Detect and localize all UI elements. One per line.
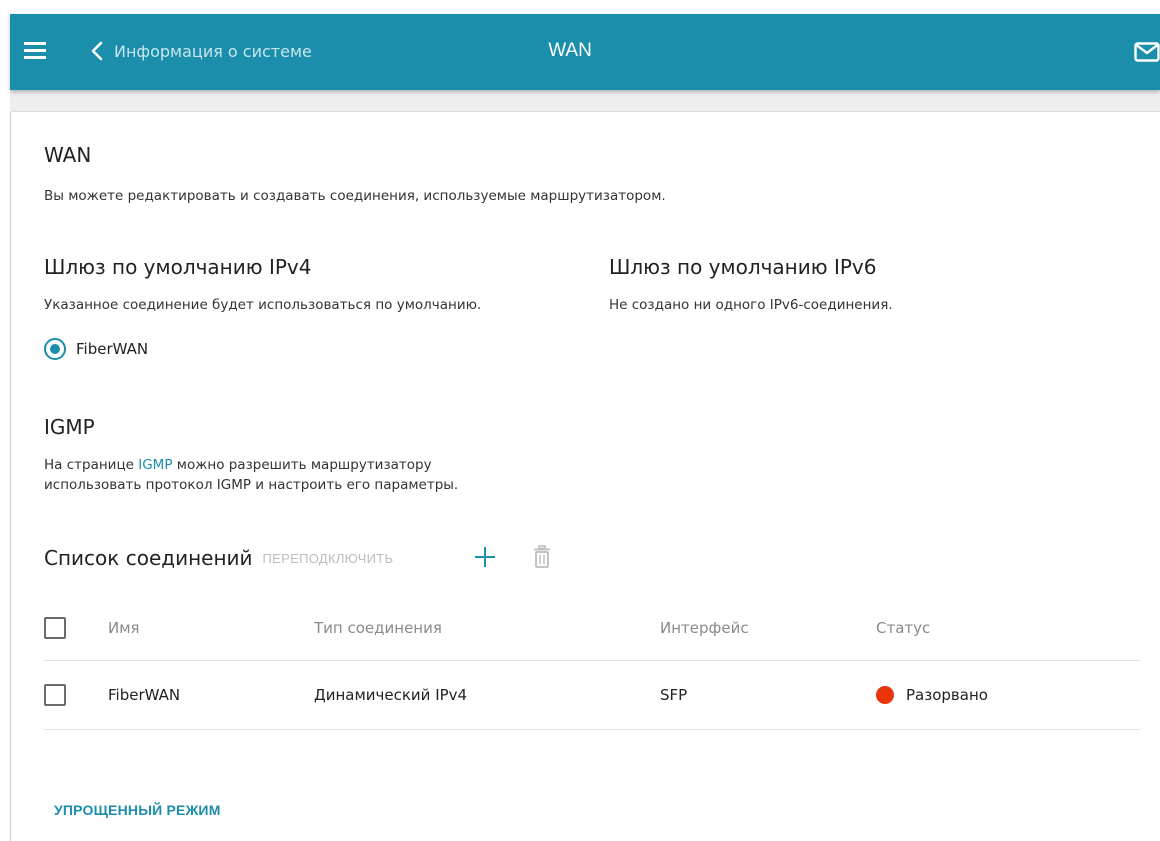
connections-title: Список соединений bbox=[44, 546, 253, 570]
ipv4-gateway-radio-fiberwan[interactable]: FiberWAN bbox=[44, 338, 148, 360]
sidebar-divider bbox=[10, 112, 11, 841]
connection-type: Динамический IPv4 bbox=[314, 686, 468, 704]
row-select-cell bbox=[44, 661, 66, 729]
ipv6-gateway-text: Не создано ни одного IPv6-соединения. bbox=[609, 297, 893, 313]
trash-icon[interactable] bbox=[532, 544, 552, 570]
column-header-status[interactable]: Статус bbox=[876, 596, 930, 660]
table-header-row: Имя Тип соединения Интерфейс Статус bbox=[44, 596, 1140, 660]
top-app-bar: Информация о системе WAN bbox=[10, 14, 1160, 90]
page-title: WAN bbox=[548, 40, 592, 61]
table-row[interactable]: FiberWAN Динамический IPv4 SFP Разорвано bbox=[44, 660, 1140, 730]
simple-mode-button[interactable]: УПРОЩЕННЫЙ РЕЖИМ bbox=[54, 802, 221, 818]
igmp-link[interactable]: IGMP bbox=[138, 457, 172, 473]
connections-header: Список соединений ПЕРЕПОДКЛЮЧИТЬ bbox=[44, 546, 393, 570]
select-all-cell bbox=[44, 596, 66, 660]
reconnect-button[interactable]: ПЕРЕПОДКЛЮЧИТЬ bbox=[263, 551, 394, 566]
igmp-text-prefix: На странице bbox=[44, 457, 139, 473]
igmp-text-suffix: можно разрешить маршрутизатору bbox=[172, 457, 432, 473]
connections-table: Имя Тип соединения Интерфейс Статус Fibe… bbox=[44, 596, 1140, 730]
back-link[interactable]: Информация о системе bbox=[90, 38, 312, 64]
igmp-text-line2: использовать протокол IGMP и настроить е… bbox=[44, 477, 459, 493]
section-title-wan: WAN bbox=[44, 143, 92, 167]
toolbar-strip bbox=[10, 90, 1160, 112]
row-checkbox[interactable] bbox=[44, 684, 66, 706]
section-description: Вы можете редактировать и создавать соед… bbox=[44, 188, 666, 204]
status-dot-icon bbox=[876, 686, 894, 704]
connection-status: Разорвано bbox=[876, 661, 988, 729]
back-link-label: Информация о системе bbox=[114, 41, 312, 61]
hamburger-menu-icon[interactable] bbox=[24, 40, 48, 60]
select-all-checkbox[interactable] bbox=[44, 617, 66, 639]
connection-interface: SFP bbox=[660, 686, 688, 704]
connection-name: FiberWAN bbox=[108, 686, 181, 704]
envelope-icon[interactable] bbox=[1134, 42, 1160, 62]
column-header-name[interactable]: Имя bbox=[108, 596, 140, 660]
igmp-title: IGMP bbox=[44, 415, 95, 439]
igmp-text-line1: На странице IGMP можно разрешить маршрут… bbox=[44, 455, 432, 475]
column-header-interface[interactable]: Интерфейс bbox=[660, 596, 749, 660]
chevron-left-icon bbox=[91, 41, 103, 61]
radio-selected[interactable] bbox=[44, 338, 66, 360]
plus-icon[interactable] bbox=[472, 544, 498, 570]
ipv4-gateway-text: Указанное соединение будет использоватьс… bbox=[44, 297, 482, 313]
ipv4-gateway-title: Шлюз по умолчанию IPv4 bbox=[44, 255, 312, 279]
status-label: Разорвано bbox=[906, 686, 988, 704]
ipv6-gateway-title: Шлюз по умолчанию IPv6 bbox=[609, 255, 877, 279]
column-header-type[interactable]: Тип соединения bbox=[314, 596, 442, 660]
radio-label: FiberWAN bbox=[76, 340, 149, 358]
